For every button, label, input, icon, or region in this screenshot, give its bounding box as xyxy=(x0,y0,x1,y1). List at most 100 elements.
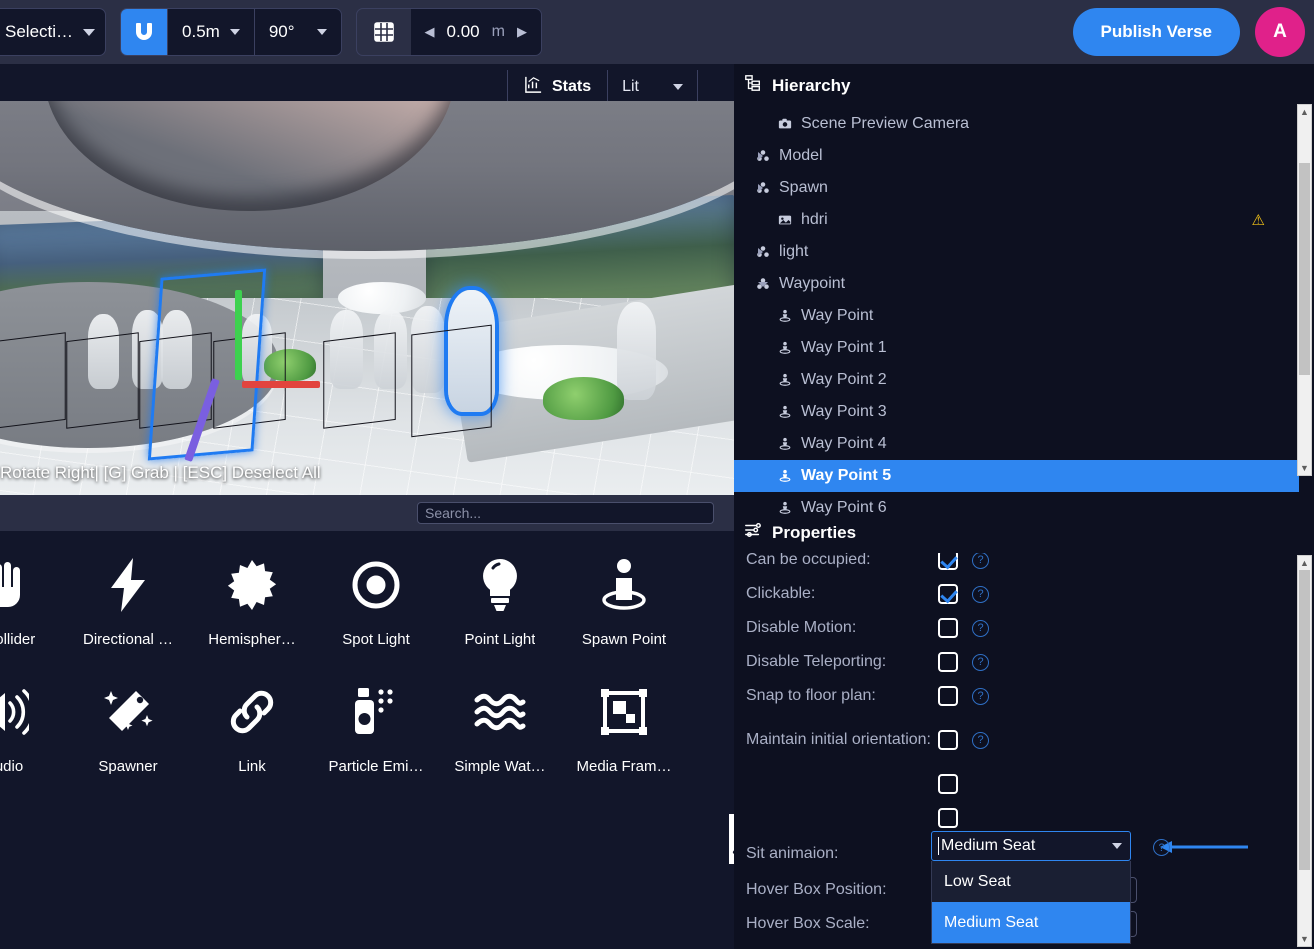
checkbox-unlabeled-1[interactable] xyxy=(938,774,958,794)
chevron-right-icon[interactable] xyxy=(758,152,763,160)
tree-node-way-point-3[interactable]: Way Point 3 xyxy=(734,396,1299,428)
snap-distance-dropdown[interactable]: 0.5m xyxy=(167,9,254,55)
waypoint-icon xyxy=(778,373,792,387)
asset-hemisphere-light[interactable]: Hemispher… xyxy=(190,549,314,648)
grid-icon[interactable] xyxy=(357,9,411,55)
properties-scrollbar[interactable]: ▲ ▼ xyxy=(1297,555,1312,947)
warning-icon[interactable]: ⚠ xyxy=(1252,211,1265,229)
asset-spawn-point[interactable]: Spawn Point xyxy=(562,549,686,648)
property-label: Hover Box Position: xyxy=(746,880,887,898)
tree-node-model[interactable]: Model xyxy=(734,140,1299,172)
help-icon[interactable]: ? xyxy=(972,585,989,603)
scrollbar-thumb[interactable] xyxy=(1299,570,1310,870)
help-icon[interactable]: ? xyxy=(972,731,989,749)
help-icon[interactable]: ? xyxy=(972,687,989,705)
checkbox-snap-to-floor-plan[interactable] xyxy=(938,686,958,706)
selection-bounding-box[interactable] xyxy=(147,268,267,462)
asset-point-light[interactable]: Point Light xyxy=(438,549,562,648)
asset-spot-light[interactable]: Spot Light xyxy=(314,549,438,648)
property-row-unlabeled-1[interactable] xyxy=(734,767,1296,801)
viewport-wireframe xyxy=(0,332,66,429)
property-row-can-be-occupied[interactable]: Can be occupied: ? xyxy=(734,553,1296,577)
tree-node-spawn[interactable]: Spawn xyxy=(734,172,1299,204)
scroll-up-icon[interactable]: ▲ xyxy=(1298,105,1311,119)
lightning-icon xyxy=(107,549,149,621)
viewport-prop xyxy=(337,282,426,314)
decrement-icon[interactable]: ◀ xyxy=(425,24,435,40)
chevron-right-icon[interactable] xyxy=(758,184,763,192)
asset-pdf-file[interactable] xyxy=(686,803,734,885)
asset-spawner[interactable]: Spawner xyxy=(66,676,190,775)
asset-label: Spot Light xyxy=(342,631,410,648)
grid-height-stepper[interactable]: ◀ 0.00 m ▶ xyxy=(410,9,541,55)
waypoint-icon xyxy=(778,469,792,483)
property-label: Snap to floor plan: xyxy=(746,686,876,704)
3d-viewport[interactable]: Rotate Right| [G] Grab | [ESC] Deselect … xyxy=(0,101,734,495)
hierarchy-scrollbar[interactable]: ▲ ▼ xyxy=(1297,104,1312,476)
property-row-disable-teleporting[interactable]: Disable Teleporting: ? xyxy=(734,645,1296,679)
camera-icon xyxy=(778,117,792,131)
selection-mode-dropdown[interactable]: Selecti… xyxy=(0,8,107,56)
asset-simple-water[interactable]: Simple Wat… xyxy=(438,676,562,775)
chevron-down-icon[interactable] xyxy=(1112,843,1122,849)
chevron-right-icon[interactable] xyxy=(758,248,763,256)
checkbox-disable-teleporting[interactable] xyxy=(938,652,958,672)
tree-node-way-point[interactable]: Way Point xyxy=(734,300,1299,332)
text-cursor xyxy=(938,836,939,855)
sit-animation-value-box[interactable]: Medium Seat xyxy=(931,831,1131,861)
asset-audio[interactable]: Audio xyxy=(0,676,66,775)
checkbox-disable-motion[interactable] xyxy=(938,618,958,638)
snap-group: 0.5m 90° xyxy=(120,8,342,56)
tree-node-way-point-4[interactable]: Way Point 4 xyxy=(734,428,1299,460)
publish-verse-button[interactable]: Publish Verse xyxy=(1072,8,1240,56)
scroll-down-icon[interactable]: ▼ xyxy=(1298,932,1311,946)
asset-directional-light[interactable]: Directional … xyxy=(66,549,190,648)
scroll-down-icon[interactable]: ▼ xyxy=(1298,461,1311,475)
sit-animation-combobox[interactable]: Medium Seat Low Seat Medium Seat xyxy=(931,831,1131,944)
scrollbar-thumb[interactable] xyxy=(1299,163,1310,375)
checkbox-clickable[interactable] xyxy=(938,584,958,604)
hierarchy-panel: Hierarchy Scene Preview Camera Model Spa… xyxy=(734,64,1314,516)
gizmo-axis-x[interactable] xyxy=(242,380,321,388)
gizmo-axis-y[interactable] xyxy=(234,290,242,381)
tree-node-scene-preview-camera[interactable]: Scene Preview Camera xyxy=(734,108,1299,140)
snap-angle-dropdown[interactable]: 90° xyxy=(253,9,341,55)
property-row-snap-to-floor-plan[interactable]: Snap to floor plan: ? xyxy=(734,679,1296,713)
asset-media-frame[interactable]: Media Fram… xyxy=(562,676,686,775)
checkbox-unlabeled-2[interactable] xyxy=(938,808,958,828)
scroll-up-icon[interactable]: ▲ xyxy=(1298,556,1311,570)
tree-node-way-point-5[interactable]: Way Point 5 xyxy=(734,460,1299,492)
increment-icon[interactable]: ▶ xyxy=(517,24,527,40)
chevron-down-icon[interactable] xyxy=(758,281,768,287)
checkbox-can-be-occupied[interactable] xyxy=(938,553,958,570)
asset-link[interactable]: Link xyxy=(190,676,314,775)
asset-label: Audio xyxy=(0,758,24,775)
asset-particle-emitter[interactable]: Particle Emi… xyxy=(314,676,438,775)
stats-button[interactable]: Stats xyxy=(506,70,607,104)
property-row-clickable[interactable]: Clickable: ? xyxy=(734,577,1296,611)
tree-node-waypoint-group[interactable]: Waypoint xyxy=(734,268,1299,300)
asset-label: Simple Wat… xyxy=(454,758,546,775)
asset-box-collider[interactable]: x Collider xyxy=(0,549,66,648)
magnet-icon[interactable] xyxy=(121,9,168,55)
tree-node-light[interactable]: light xyxy=(734,236,1299,268)
sit-animation-option-low-seat[interactable]: Low Seat xyxy=(932,861,1130,902)
help-icon[interactable]: ? xyxy=(972,653,989,671)
tree-node-way-point-2[interactable]: Way Point 2 xyxy=(734,364,1299,396)
asset-label: x Collider xyxy=(0,631,36,648)
sit-animation-option-medium-seat[interactable]: Medium Seat xyxy=(932,902,1130,943)
help-icon[interactable]: ? xyxy=(972,619,989,637)
property-row-disable-motion[interactable]: Disable Motion: ? xyxy=(734,611,1296,645)
snap-angle-value: 90° xyxy=(268,22,295,41)
tree-node-hdri[interactable]: hdri ⚠ xyxy=(734,204,1299,236)
shading-mode-dropdown[interactable]: Lit xyxy=(607,70,698,104)
sit-animation-help-icon[interactable]: ? xyxy=(1153,839,1170,856)
tree-node-way-point-1[interactable]: Way Point 1 xyxy=(734,332,1299,364)
property-row-maintain-initial-orientation[interactable]: Maintain initial orientation: ? xyxy=(734,713,1296,767)
search-input[interactable] xyxy=(417,502,714,524)
property-row-unlabeled-2[interactable] xyxy=(734,801,1296,835)
asset-placeholder xyxy=(0,803,66,885)
avatar[interactable]: A xyxy=(1255,7,1305,57)
checkbox-maintain-initial-orientation[interactable] xyxy=(938,730,958,750)
help-icon[interactable]: ? xyxy=(972,553,989,569)
